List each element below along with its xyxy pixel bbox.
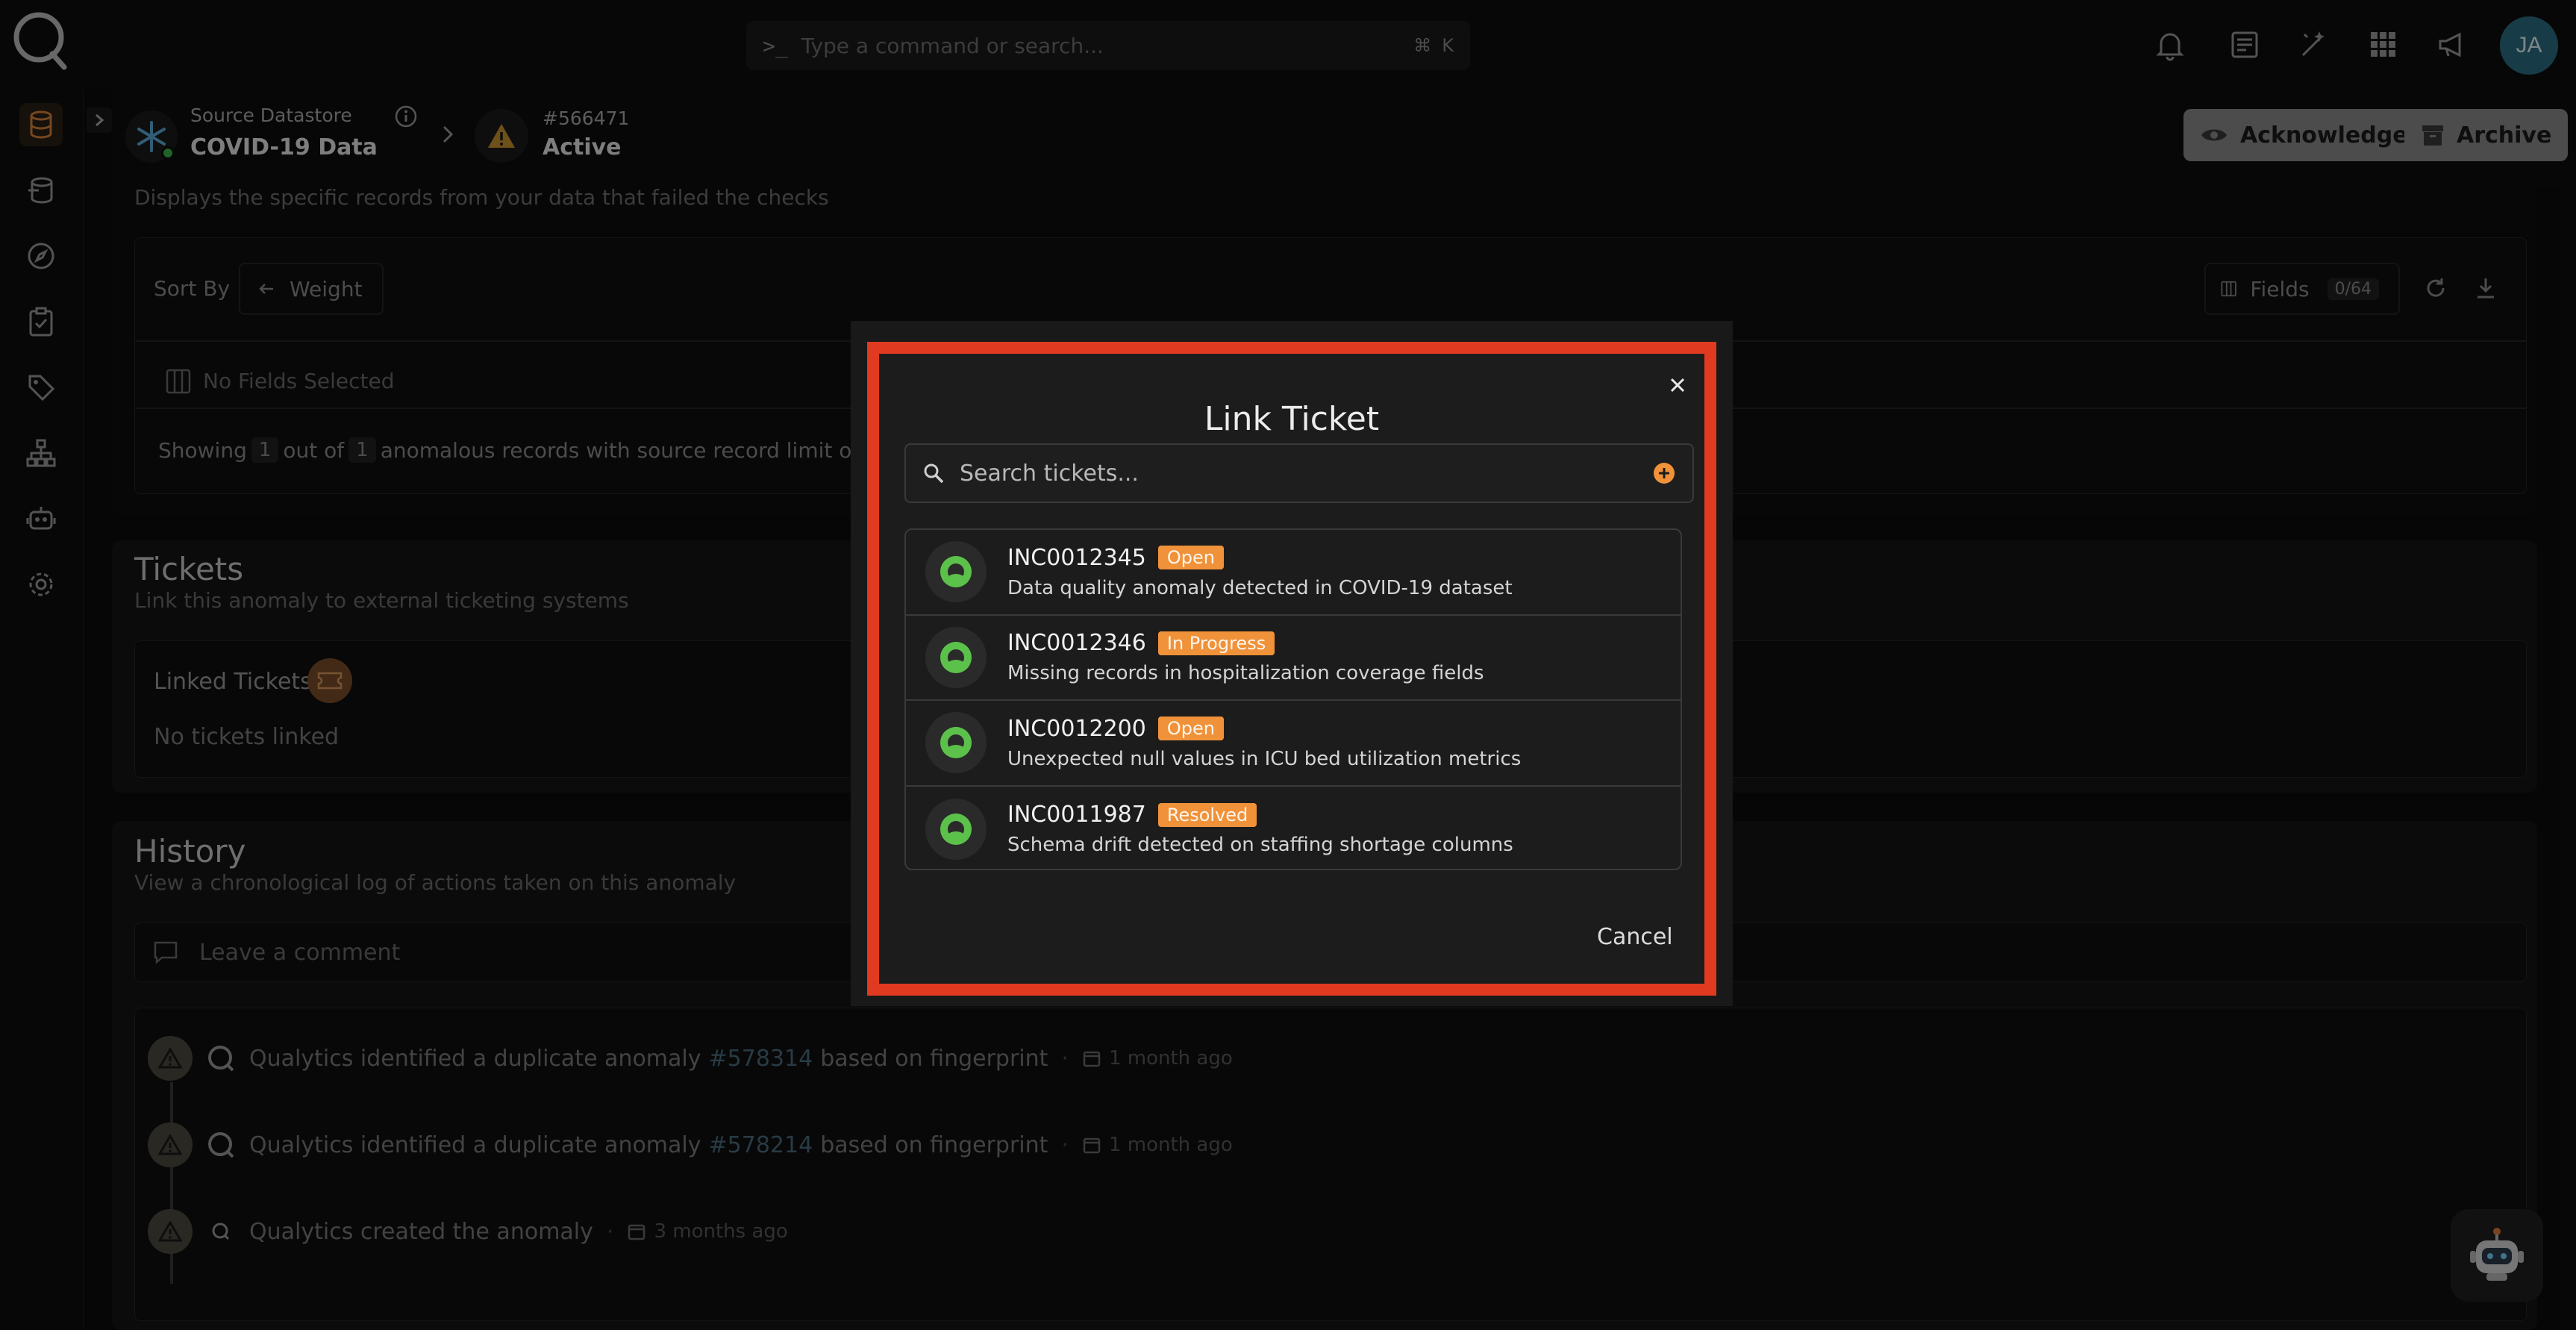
ticket-id: INC0012345 [1007, 544, 1146, 571]
ticket-system-icon [925, 626, 987, 688]
ticket-system-icon [925, 712, 987, 774]
status-badge: Open [1157, 716, 1224, 741]
add-circle-icon[interactable] [1652, 461, 1676, 485]
status-badge: In Progress [1157, 631, 1275, 655]
ticket-id: INC0011987 [1007, 802, 1146, 828]
dialog-title: Link Ticket [1204, 400, 1380, 438]
ticket-item[interactable]: INC0012346 In Progress Missing records i… [906, 616, 1681, 701]
ticket-search-field[interactable] [904, 443, 1694, 503]
ticket-id: INC0012200 [1007, 715, 1146, 742]
ticket-description: Missing records in hospitalization cover… [1007, 662, 1484, 685]
ticket-system-icon [925, 541, 987, 603]
ticket-search-input[interactable] [960, 460, 1637, 487]
close-button[interactable] [1663, 370, 1692, 400]
cancel-button[interactable]: Cancel [1597, 924, 1673, 950]
ticket-list: INC0012345 Open Data quality anomaly det… [904, 528, 1682, 870]
status-badge: Resolved [1157, 802, 1257, 827]
ticket-description: Data quality anomaly detected in COVID-1… [1007, 576, 1513, 599]
ticket-item[interactable]: INC0012345 Open Data quality anomaly det… [906, 530, 1681, 616]
ticket-item[interactable]: INC0011987 Resolved Schema drift detecte… [906, 787, 1681, 870]
ticket-id: INC0012346 [1007, 630, 1146, 657]
ticket-description: Schema drift detected on staffing shorta… [1007, 834, 1513, 857]
ticket-system-icon [925, 798, 987, 860]
close-icon [1670, 378, 1685, 393]
link-ticket-dialog: Link Ticket INC0012345 Open Data quality… [867, 342, 1716, 996]
ticket-description: Unexpected null values in ICU bed utiliz… [1007, 747, 1522, 770]
search-icon [924, 463, 944, 484]
status-badge: Open [1157, 546, 1224, 570]
ticket-item[interactable]: INC0012200 Open Unexpected null values i… [906, 701, 1681, 787]
